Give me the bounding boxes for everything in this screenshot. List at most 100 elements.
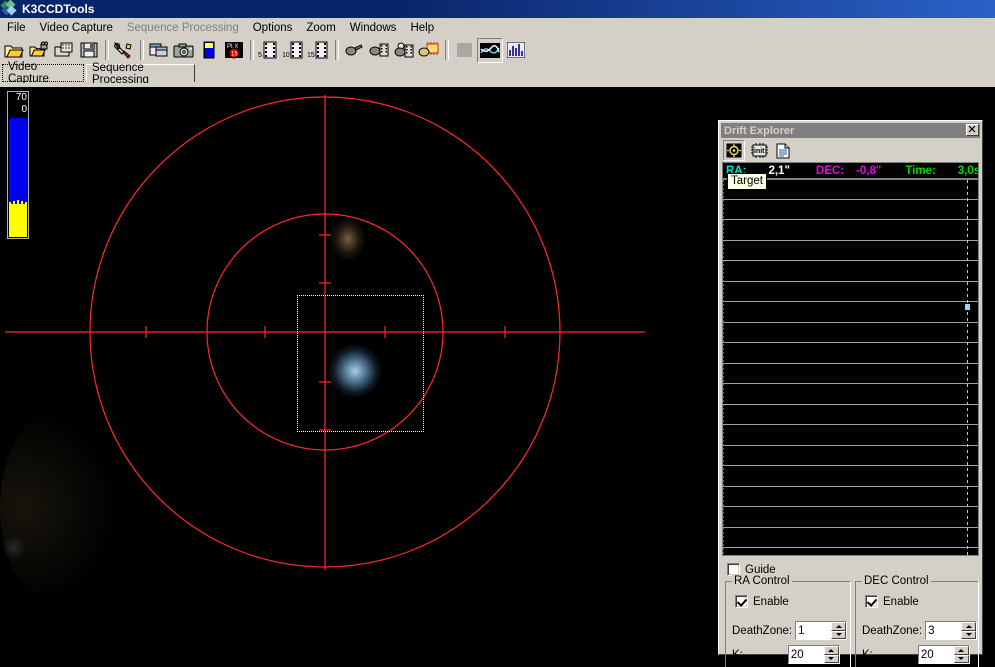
time-label: Time: <box>905 164 936 177</box>
graph-gridline <box>723 424 978 425</box>
histogram-icon[interactable] <box>504 39 528 62</box>
tab-strip: Video Capture Sequence Processing <box>0 61 995 86</box>
menu-windows[interactable]: Windows <box>343 20 404 36</box>
dec-k-stepper[interactable]: 20 <box>917 645 970 664</box>
parallax-timer-icon[interactable]: PLX 15 <box>222 39 246 62</box>
open-sequence-icon[interactable] <box>52 39 76 62</box>
graph-gridline <box>723 527 978 528</box>
ra-deathzone-stepper[interactable]: 1 <box>795 621 848 640</box>
drift-explorer-window[interactable]: Drift Explorer init RA: 2,1" DEC: -0,8" … <box>718 120 983 667</box>
chevron-down-icon[interactable] <box>823 654 839 663</box>
chevron-up-icon[interactable] <box>953 646 969 655</box>
menu-sequence-processing: Sequence Processing <box>126 21 239 34</box>
svg-text:10: 10 <box>283 52 290 59</box>
graph-latest-data-point <box>965 304 970 310</box>
ra-enable-checkbox-box[interactable] <box>735 595 748 608</box>
svg-text:init: init <box>754 148 765 155</box>
ra-k-arrows[interactable] <box>823 646 839 663</box>
chevron-up-icon[interactable] <box>831 622 847 631</box>
blank-tool-icon[interactable] <box>452 39 476 62</box>
close-icon[interactable] <box>966 124 979 136</box>
levels-icon[interactable] <box>197 39 221 62</box>
level-slider-widget[interactable]: 70 0 <box>7 91 29 239</box>
preview-window-icon[interactable] <box>147 39 171 62</box>
level-high-value: 70 <box>15 92 27 103</box>
tab-sequence-processing[interactable]: Sequence Processing <box>86 62 195 86</box>
snapshot-camera-icon[interactable] <box>172 39 196 62</box>
svg-text:15: 15 <box>231 52 238 58</box>
chevron-down-icon[interactable] <box>831 630 847 639</box>
graph-gridline <box>723 219 978 220</box>
toolbar-separator <box>105 40 109 60</box>
dec-control-legend: DEC Control <box>862 575 931 587</box>
dec-deathzone-value[interactable]: 3 <box>926 622 962 639</box>
menu-zoom[interactable]: Zoom <box>299 20 342 36</box>
application-window: K3CCDTools File Video Capture Sequence P… <box>0 0 995 667</box>
chevron-up-icon[interactable] <box>961 622 977 631</box>
flat-field-icon[interactable] <box>417 39 441 62</box>
drift-explorer-toolbar: init <box>721 140 980 161</box>
drift-explorer-icon[interactable] <box>477 37 503 63</box>
process-frames-icon[interactable] <box>392 39 416 62</box>
drift-graph[interactable] <box>722 179 979 556</box>
ra-k-value[interactable]: 20 <box>788 646 824 663</box>
dec-enable-label: Enable <box>883 595 919 608</box>
dec-k-arrows[interactable] <box>953 646 969 663</box>
graph-current-time-marker <box>967 180 968 555</box>
graph-gridline <box>723 363 978 364</box>
dec-enable-checkbox-box[interactable] <box>865 595 878 608</box>
log-file-icon[interactable] <box>773 141 793 160</box>
chevron-down-icon[interactable] <box>961 630 977 639</box>
ra-k-label: K: <box>732 648 743 661</box>
dec-deathzone-arrows[interactable] <box>961 622 977 639</box>
menu-help[interactable]: Help <box>403 20 441 36</box>
graph-gridline <box>723 383 978 384</box>
dec-label: DEC: <box>815 164 845 177</box>
menu-options[interactable]: Options <box>246 20 300 36</box>
ra-k-row: K: 20 <box>732 645 846 664</box>
menu-file[interactable]: File <box>0 20 33 36</box>
align-frames-icon[interactable] <box>342 39 366 62</box>
ra-enable-checkbox[interactable]: Enable <box>735 595 789 608</box>
dec-deathzone-stepper[interactable]: 3 <box>925 621 978 640</box>
set-target-icon[interactable] <box>723 140 745 161</box>
app-logo-icon <box>0 0 18 17</box>
dec-k-value[interactable]: 20 <box>918 646 954 663</box>
graph-gridline <box>723 506 978 507</box>
init-icon[interactable]: init <box>749 141 769 160</box>
dec-enable-checkbox[interactable]: Enable <box>865 595 919 608</box>
level-high-bar[interactable] <box>9 118 27 204</box>
chevron-up-icon[interactable] <box>823 646 839 655</box>
toolbar-separator <box>250 40 254 60</box>
graph-gridline <box>723 547 978 548</box>
save-icon[interactable] <box>77 39 101 62</box>
menu-video-capture[interactable]: Video Capture <box>33 20 120 36</box>
ra-k-stepper[interactable]: 20 <box>787 645 840 664</box>
capture-settings-icon[interactable] <box>112 39 136 62</box>
capture-5-frames-icon[interactable]: 5 <box>257 39 281 62</box>
fft-button[interactable] <box>529 39 553 62</box>
dec-value: -0,8" <box>856 164 882 177</box>
drift-explorer-titlebar[interactable]: Drift Explorer <box>721 123 980 138</box>
capture-15-frames-icon[interactable]: 15 <box>307 39 331 62</box>
time-value: 3,0s <box>957 164 979 177</box>
ra-deathzone-arrows[interactable] <box>831 622 847 639</box>
graph-gridline <box>723 465 978 466</box>
svg-text:5: 5 <box>258 52 262 59</box>
ra-deathzone-value[interactable]: 1 <box>796 622 832 639</box>
toolbar-separator <box>140 40 144 60</box>
graph-gridline <box>723 342 978 343</box>
tab-sequence-processing-label: Sequence Processing <box>92 61 149 86</box>
ra-deathzone-label: DeathZone: <box>732 624 793 637</box>
ra-control-legend: RA Control <box>732 575 792 587</box>
open-folder-icon[interactable] <box>2 39 26 62</box>
capture-10-frames-icon[interactable]: 10 <box>282 39 306 62</box>
tab-video-capture[interactable]: Video Capture <box>2 61 84 85</box>
svg-text:15: 15 <box>308 52 315 59</box>
selection-box[interactable] <box>297 295 424 432</box>
stack-frames-icon[interactable] <box>367 39 391 62</box>
open-video-icon[interactable] <box>27 39 51 62</box>
chevron-down-icon[interactable] <box>953 654 969 663</box>
level-low-bar[interactable] <box>9 204 27 237</box>
main-toolbar: PLX 15 5 10 15 <box>0 37 995 63</box>
